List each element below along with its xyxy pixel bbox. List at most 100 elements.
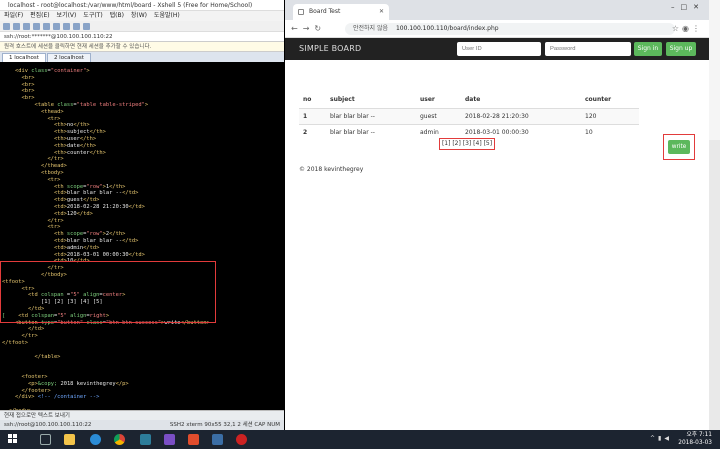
copy-icon[interactable]: [33, 22, 40, 30]
minimize-icon[interactable]: –: [671, 3, 681, 11]
xshell-taskbar-icon[interactable]: [188, 434, 199, 445]
code-token: </p>: [115, 380, 129, 387]
task-view-icon[interactable]: [40, 434, 51, 445]
code-token: subject: [66, 129, 90, 136]
bookmark-star-icon[interactable]: ☆: [672, 24, 682, 33]
recording-app-icon[interactable]: [236, 434, 247, 445]
taskbar: ^▮◀ 오후 7:11 2018-03-03: [0, 430, 720, 449]
desktop: localhost - root@localhost:/var/www/html…: [0, 0, 720, 449]
code-line: <td>admin</td>: [2, 245, 99, 252]
edge-icon[interactable]: [90, 434, 101, 445]
session-tab-1[interactable]: 1 localhost: [2, 53, 46, 62]
terminal-code[interactable]: <div class="container"> <br> <br> <br> <…: [0, 68, 284, 410]
code-token: <td>: [53, 238, 67, 244]
code-token: </th>: [89, 149, 106, 156]
session-address[interactable]: ssh://root:*******@100.100.100.110:22: [0, 32, 284, 42]
menu-file[interactable]: 파일(F): [4, 12, 23, 19]
settings-icon[interactable]: [83, 22, 90, 30]
row-subject[interactable]: blar blar blar --: [330, 125, 375, 141]
browser-tab[interactable]: Board Test ✕: [293, 4, 389, 20]
extensions: ☆◉⋮: [672, 24, 703, 33]
link-icon[interactable]: [23, 22, 30, 30]
menu-tab[interactable]: 탭(B): [110, 12, 124, 19]
clock[interactable]: 오후 7:11 2018-03-03: [678, 431, 712, 447]
code-token: <tr>: [47, 224, 61, 231]
code-token: 2018 kevinthegrey: [57, 380, 116, 387]
extension-icon[interactable]: ◉: [682, 24, 692, 33]
code-token: >: [86, 68, 90, 74]
chrome-icon[interactable]: [114, 434, 125, 445]
tray-chevron-icon[interactable]: ^: [650, 435, 658, 442]
start-icon[interactable]: [8, 434, 18, 444]
code-line: </tr>: [2, 333, 37, 340]
menu-view[interactable]: 보기(V): [57, 12, 77, 19]
row-subject[interactable]: blar blar blar --: [330, 109, 375, 125]
menu-tools[interactable]: 도구(T): [83, 12, 102, 19]
code-token: "row": [86, 231, 103, 238]
code-token: <tbody>: [40, 170, 64, 176]
open-folder-icon[interactable]: [13, 22, 20, 30]
new-session-icon[interactable]: [3, 22, 10, 30]
reload-icon[interactable]: ↻: [314, 24, 326, 33]
code-token: <br>: [21, 81, 35, 88]
file-explorer-icon[interactable]: [64, 434, 75, 445]
site-brand[interactable]: SIMPLE BOARD: [299, 38, 361, 60]
page-icon: [298, 9, 304, 15]
menu-window[interactable]: 창(W): [131, 12, 147, 19]
clock-time: 오후 7:11: [686, 432, 712, 438]
pagination[interactable]: [1] [2] [3] [4] [5]: [439, 138, 495, 150]
code-token: </tr>: [47, 156, 64, 163]
code-token: scope: [66, 231, 84, 238]
highlight-box-tfoot: [0, 261, 216, 323]
code-line: <table class="table table-striped">: [2, 102, 148, 109]
code-line: <br>: [2, 88, 34, 95]
volume-icon[interactable]: ◀: [664, 435, 672, 442]
print-icon[interactable]: [63, 22, 70, 30]
code-token: <thead>: [40, 108, 64, 115]
send-text-bar[interactable]: 현재 접으로만 텍스트 보내기: [0, 410, 284, 420]
menu-dots-icon[interactable]: ⋮: [692, 24, 703, 33]
session-tabs: 1 localhost 2 localhost: [0, 52, 284, 62]
background-window-top: [709, 0, 720, 140]
security-indicator[interactable]: 안전하지 않음: [353, 25, 388, 32]
sign-in-button[interactable]: Sign in: [634, 42, 662, 56]
visual-studio-icon[interactable]: [164, 434, 175, 445]
code-line: <thead>: [2, 109, 64, 116]
menu-edit[interactable]: 편집(E): [30, 12, 50, 19]
table-row[interactable]: 1 blar blar blar -- guest 2018-02-28 21:…: [299, 108, 639, 124]
document-app-icon[interactable]: [212, 434, 223, 445]
url-host: 100.100.100.110: [395, 25, 448, 32]
back-icon[interactable]: ←: [291, 24, 303, 33]
sign-up-button[interactable]: Sign up: [666, 42, 696, 56]
close-window-icon[interactable]: ✕: [693, 3, 705, 11]
forward-icon[interactable]: →: [303, 24, 315, 33]
code-token: <table: [34, 102, 58, 108]
code-token: </td>: [122, 238, 139, 244]
close-tab-icon[interactable]: ✕: [379, 4, 384, 20]
search-icon[interactable]: [53, 22, 60, 30]
status-info: SSH2 xterm 90x55 32,1 2 세션 CAP NUM: [169, 422, 280, 428]
address-bar[interactable]: 안전하지 않음 100.100.100.110/board/index.php: [345, 23, 675, 35]
password-input[interactable]: [545, 42, 631, 56]
globe-icon[interactable]: [73, 22, 80, 30]
code-line: <td>120</td>: [2, 211, 93, 218]
session-tab-2[interactable]: 2 localhost: [46, 53, 91, 62]
terminal-app-icon[interactable]: [140, 434, 151, 445]
paste-icon[interactable]: [43, 22, 50, 30]
code-line: <br>: [2, 95, 34, 102]
write-button[interactable]: write: [668, 140, 690, 154]
menu-help[interactable]: 도움말(H): [154, 12, 180, 19]
code-line: <td>2018-03-01 00:00:30</td>: [2, 252, 145, 259]
maximize-icon[interactable]: □: [681, 3, 694, 11]
user-id-input[interactable]: [457, 42, 541, 56]
code-token: "table table-striped": [76, 102, 145, 108]
code-token: admin: [66, 244, 84, 251]
